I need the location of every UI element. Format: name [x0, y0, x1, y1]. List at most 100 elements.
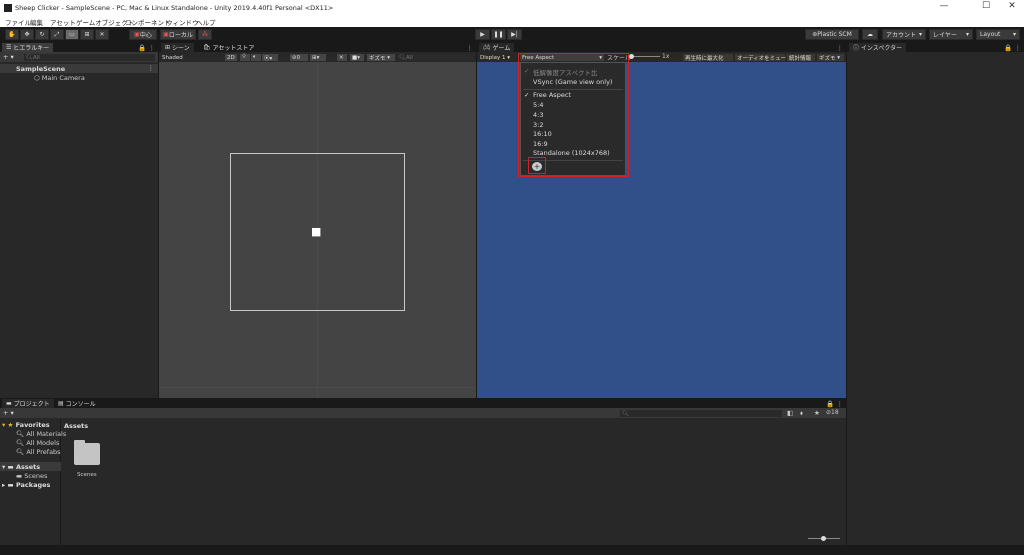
scale-slider[interactable] — [630, 56, 660, 57]
hierarchy-panel: ☰ ヒエラルキー 🔒 ⋮ + ▾ 🔍︎ All SampleScene ⋮ ⬡ … — [0, 43, 158, 398]
scale-slider-handle[interactable] — [629, 54, 634, 59]
layout-dropdown[interactable]: Layout ▾ — [976, 29, 1020, 40]
tree-scenes[interactable]: ▬ Scenes — [16, 472, 47, 480]
camera-dropdown-icon[interactable]: ■▾ — [350, 54, 364, 61]
create-button[interactable]: + ▾ — [3, 53, 14, 61]
folder-icon[interactable] — [74, 443, 100, 465]
close-button[interactable]: ✕ — [1005, 1, 1019, 11]
hierarchy-item-main-camera[interactable]: ⬡ Main Camera — [34, 74, 85, 82]
scale-value: 1x — [662, 53, 670, 60]
project-tree: ▾ ★ Favorites 🔍︎ All Materials 🔍︎ All Mo… — [0, 419, 66, 545]
filter-type-icon[interactable]: ◧ — [787, 409, 793, 417]
scene-row[interactable]: SampleScene ⋮ — [0, 64, 158, 73]
menu-assets[interactable]: アセット — [50, 17, 76, 27]
tree-assets[interactable]: ▾ ▬ Assets — [0, 462, 61, 471]
scene-name: SampleScene — [16, 65, 66, 73]
panel-menu-icon[interactable]: ⋮ — [837, 44, 844, 52]
grid-snap-icon[interactable]: ⁂ — [198, 29, 212, 40]
2d-toggle[interactable]: 2D — [225, 54, 237, 61]
filter-label-icon[interactable]: ⬧ — [800, 409, 803, 418]
mute-audio-toggle[interactable]: オーディオをミュート — [735, 54, 792, 62]
menu-edit[interactable]: 編集 — [30, 17, 43, 27]
chevron-down-icon: ▾ — [965, 31, 969, 38]
tab-project[interactable]: ▬ プロジェクト — [2, 399, 54, 408]
account-dropdown[interactable]: アカウント ▾ — [882, 29, 926, 40]
folder-icon: ▸ ▬ — [2, 481, 16, 489]
asset-scenes-label: Scenes — [77, 472, 97, 478]
inspector-panel: ⓘ インスペクター 🔒 ⋮ — [847, 43, 1024, 545]
hidden-packages-count[interactable]: ⊘18 — [826, 409, 839, 416]
maximize-button[interactable]: ☐ — [979, 1, 993, 11]
scene-menu-icon[interactable]: ⋮ — [148, 64, 155, 72]
tab-console[interactable]: ▤ コンソール — [54, 399, 100, 408]
stats-toggle[interactable]: 統計情報 — [787, 54, 815, 62]
search-input[interactable]: 🔍︎ All — [24, 54, 155, 61]
tree-all-materials[interactable]: 🔍︎ All Materials — [16, 430, 66, 438]
rotate-tool-icon[interactable]: ↻ — [35, 29, 49, 40]
project-create-button[interactable]: + ▾ — [3, 409, 14, 417]
panel-menu-icon[interactable]: 🔒 ⋮ — [826, 400, 843, 408]
tab-inspector[interactable]: ⓘ インスペクター — [849, 43, 907, 52]
pivot-center-button[interactable]: ▣ 中心 — [129, 29, 157, 40]
tab-scene[interactable]: ⊞ シーン — [161, 43, 194, 52]
menu-help[interactable]: ヘルプ — [196, 17, 216, 27]
folder-icon: ▬ — [6, 400, 14, 407]
project-search-input[interactable]: 🔍︎ — [620, 410, 782, 417]
title-bar: Sheep Clicker - SampleScene - PC, Mac & … — [0, 0, 1024, 16]
chevron-down-icon: ▾ — [1012, 31, 1016, 38]
move-tool-icon[interactable]: ✥ — [20, 29, 34, 40]
step-button[interactable]: ▶| — [507, 29, 522, 40]
panel-menu-icon[interactable]: 🔒 ⋮ — [1004, 44, 1021, 52]
chevron-down-icon: ▾ — [918, 31, 922, 38]
store-icon: 🛍︎ — [203, 44, 213, 51]
menu-file[interactable]: ファイル — [5, 17, 31, 27]
tree-favorites[interactable]: ▾ ★ Favorites — [2, 421, 50, 429]
zoom-slider-handle[interactable] — [821, 536, 826, 541]
transform-tool-icon[interactable]: ⊞ — [80, 29, 94, 40]
hidden-count[interactable]: ⊘ 0 — [290, 54, 308, 61]
favorite-star-icon[interactable]: ★ — [814, 409, 820, 417]
gizmos-dropdown[interactable]: ギズモ ▾ — [367, 54, 395, 62]
search-icon: 🔍︎ — [16, 448, 27, 456]
game-gizmos-dropdown[interactable]: ギズモ ▾ — [817, 54, 844, 62]
tools-icon[interactable]: ✕ — [337, 54, 347, 61]
tab-hierarchy[interactable]: ☰ ヒエラルキー — [2, 43, 54, 52]
custom-tool-icon[interactable]: ✕ — [95, 29, 109, 40]
menu-component[interactable]: コンポーネント — [125, 17, 171, 27]
scale-tool-icon[interactable]: ⤢ — [50, 29, 64, 40]
pause-button[interactable]: ❚❚ — [491, 29, 506, 40]
menu-window[interactable]: ウィンドウ — [166, 17, 199, 27]
grid-dropdown-icon[interactable]: ⊞▾ — [310, 54, 326, 61]
tree-all-models[interactable]: 🔍︎ All Models — [16, 439, 59, 447]
hand-tool-icon[interactable]: ✋ — [5, 29, 19, 40]
effects-icon[interactable]: ⦿▾ — [262, 54, 278, 62]
minimize-button[interactable]: — — [937, 1, 951, 11]
panel-menu-icon[interactable]: ⋮ — [467, 44, 474, 52]
scene-viewport[interactable]: ■ — [159, 62, 476, 398]
light-icon[interactable]: 💡︎ — [240, 54, 250, 61]
display-dropdown[interactable]: Display 1 ▾ — [478, 54, 518, 61]
project-breadcrumb[interactable]: Assets — [64, 422, 88, 430]
search-icon: 🔍︎ — [399, 54, 406, 61]
maximize-on-play-toggle[interactable]: 再生時に最大化 — [683, 54, 733, 62]
layers-dropdown[interactable]: レイヤー ▾ — [929, 29, 973, 40]
plastic-scm-button[interactable]: ⊚ Plastic SCM — [805, 29, 859, 40]
highlight-box-add — [528, 157, 546, 174]
main-toolbar: ✋ ✥ ↻ ⤢ ▭ ⊞ ✕ ▣ 中心 ▣ ローカル ⁂ ▶ ❚❚ ▶| ⊚ Plast… — [0, 27, 1024, 42]
tree-all-prefabs[interactable]: 🔍︎ All Prefabs — [16, 448, 61, 456]
shading-dropdown[interactable]: Shaded — [160, 54, 220, 61]
cloud-icon[interactable]: ☁ — [862, 29, 878, 40]
play-button[interactable]: ▶ — [475, 29, 490, 40]
tree-packages[interactable]: ▸ ▬ Packages — [2, 481, 50, 489]
folder-open-icon: ▾ ▬ — [2, 463, 16, 471]
tab-asset-store[interactable]: 🛍︎ アセットストア — [199, 43, 259, 52]
tab-game[interactable]: 🎮︎ ゲーム — [479, 43, 515, 52]
scene-search-input[interactable]: 🔍︎ All — [397, 54, 474, 61]
panel-menu-icon[interactable]: 🔒 ⋮ — [138, 44, 155, 52]
audio-icon[interactable]: 🔈︎ — [251, 54, 261, 61]
rect-tool-icon[interactable]: ▭ — [65, 29, 79, 40]
pivot-local-button[interactable]: ▣ ローカル — [160, 29, 196, 40]
search-icon: 🔍︎ — [16, 439, 27, 447]
camera-gizmo-icon: ■ — [311, 225, 322, 238]
menu-bar: ファイル 編集 アセット ゲームオブジェクト コンポーネント ウィンドウ ヘルプ — [0, 16, 1024, 27]
